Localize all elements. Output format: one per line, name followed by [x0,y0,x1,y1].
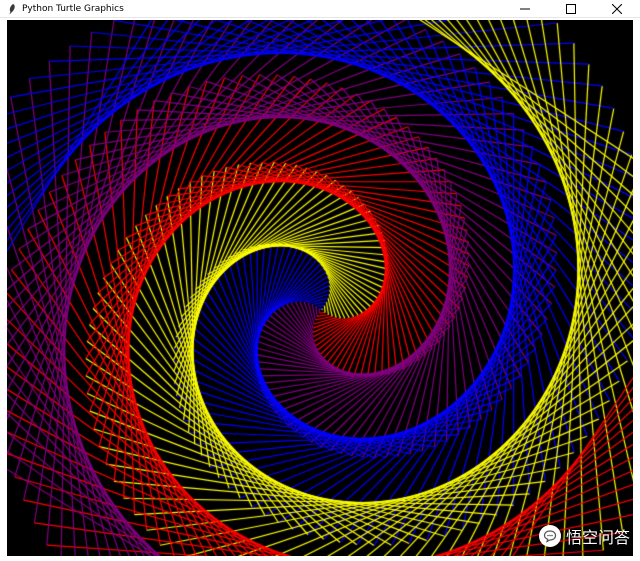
title-bar[interactable]: Python Turtle Graphics [0,0,640,18]
watermark: 悟空问答 [538,524,630,548]
minimize-icon [520,4,530,14]
maximize-icon [566,4,576,14]
window-title: Python Turtle Graphics [22,3,124,14]
close-icon [612,4,622,14]
close-button[interactable] [594,0,640,18]
watermark-text: 悟空问答 [565,528,630,547]
turtle-window: Python Turtle Graphics 悟空问答 [0,0,640,561]
maximize-button[interactable] [548,0,594,18]
chat-bubble-icon [538,525,561,547]
window-controls [502,0,640,18]
turtle-canvas-area [7,20,633,556]
spiral-drawing [7,20,633,556]
feather-icon [4,1,20,17]
minimize-button[interactable] [502,0,548,18]
